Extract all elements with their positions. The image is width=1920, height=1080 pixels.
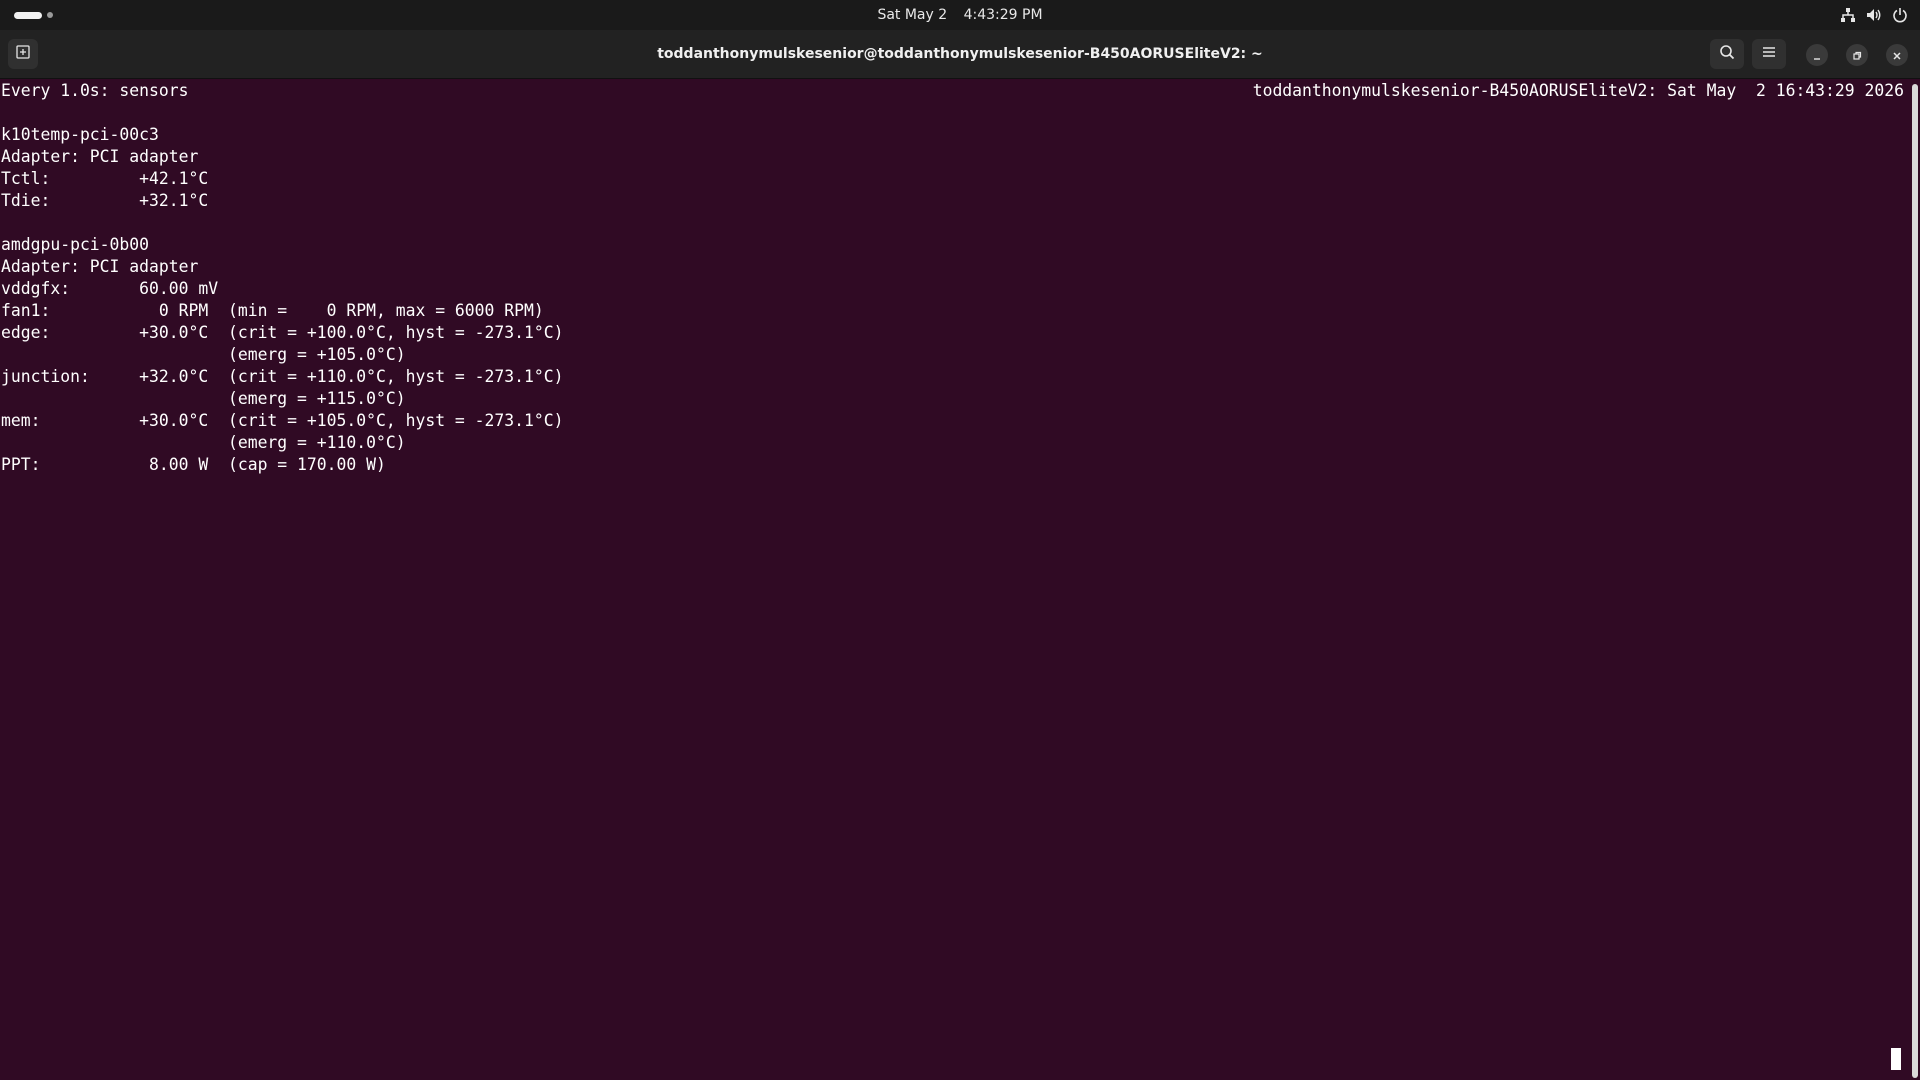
menu-icon	[1761, 44, 1777, 64]
terminal-line: amdgpu-pci-0b00	[1, 235, 150, 254]
terminal-line: PPT: 8.00 W (cap = 170.00 W)	[1, 455, 386, 474]
new-tab-button[interactable]	[8, 39, 38, 69]
terminal-cursor	[1891, 1048, 1901, 1070]
terminal-line: (emerg = +110.0°C)	[1, 433, 406, 452]
search-icon	[1719, 44, 1735, 64]
close-button[interactable]	[1886, 44, 1908, 66]
terminal-line: fan1: 0 RPM (min = 0 RPM, max = 6000 RPM…	[1, 301, 544, 320]
watch-command: Every 1.0s: sensors	[1, 81, 189, 100]
search-button[interactable]	[1710, 39, 1744, 69]
menu-button[interactable]	[1752, 39, 1786, 69]
clock-date: Sat May 2	[877, 7, 948, 23]
clock[interactable]: Sat May 2 4:43:29 PM	[0, 0, 1920, 30]
network-icon[interactable]	[1840, 7, 1856, 23]
terminal-line: mem: +30.0°C (crit = +105.0°C, hyst = -2…	[1, 411, 564, 430]
terminal-line: (emerg = +115.0°C)	[1, 389, 406, 408]
power-icon[interactable]	[1892, 7, 1908, 23]
terminal-line: vddgfx: 60.00 mV	[1, 279, 219, 298]
minimize-icon	[1812, 46, 1822, 65]
new-tab-icon	[15, 44, 31, 64]
terminal-header-bar: toddanthonymulskesenior@toddanthonymulsk…	[0, 30, 1920, 79]
terminal-line: Adapter: PCI adapter	[1, 147, 199, 166]
terminal-line: edge: +30.0°C (crit = +100.0°C, hyst = -…	[1, 323, 564, 342]
terminal-line: Tdie: +32.1°C	[1, 191, 209, 210]
restore-icon	[1852, 46, 1862, 65]
terminal-line: k10temp-pci-00c3	[1, 125, 159, 144]
system-tray[interactable]	[1840, 6, 1908, 24]
clock-time: 4:43:29 PM	[963, 7, 1043, 23]
close-icon	[1892, 46, 1902, 65]
terminal-scrollbar[interactable]	[1912, 84, 1918, 1078]
terminal-line: Adapter: PCI adapter	[1, 257, 199, 276]
watch-header: Every 1.0s: sensors toddanthonymulskesen…	[1, 80, 1906, 102]
terminal-output[interactable]: Every 1.0s: sensors toddanthonymulskesen…	[1, 80, 1906, 1080]
system-top-bar: Sat May 2 4:43:29 PM	[0, 0, 1920, 30]
window-title: toddanthonymulskesenior@toddanthonymulsk…	[657, 46, 1263, 62]
minimize-button[interactable]	[1806, 44, 1828, 66]
terminal-line: Tctl: +42.1°C	[1, 169, 209, 188]
watch-host-timestamp: toddanthonymulskesenior-B450AORUSEliteV2…	[1252, 81, 1904, 100]
terminal-line: junction: +32.0°C (crit = +110.0°C, hyst…	[1, 367, 564, 386]
restore-button[interactable]	[1846, 44, 1868, 66]
volume-icon[interactable]	[1866, 7, 1882, 23]
sensors-output: k10temp-pci-00c3 Adapter: PCI adapter Tctl…	[1, 102, 1906, 476]
terminal-line: (emerg = +105.0°C)	[1, 345, 406, 364]
